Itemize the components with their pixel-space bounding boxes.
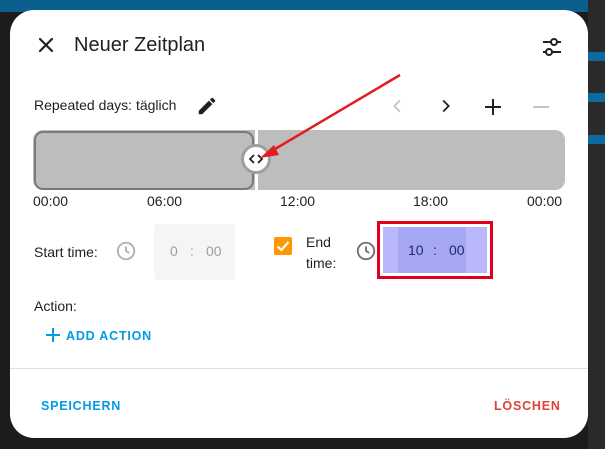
start-hours[interactable]: 0 <box>170 243 178 259</box>
time-separator: : <box>433 242 437 258</box>
timeline-tick: 00:00 <box>527 193 563 209</box>
pencil-icon[interactable] <box>196 95 218 117</box>
arrow-left-right-icon <box>248 154 264 164</box>
end-time-highlight: 10 : 00 <box>377 221 493 279</box>
background-panel <box>588 0 605 449</box>
delete-button[interactable]: LÖSCHEN <box>494 399 561 413</box>
chevron-left-icon <box>393 99 401 113</box>
time-separator: : <box>190 243 194 259</box>
resize-handle[interactable] <box>244 147 268 171</box>
plus-icon <box>46 328 60 342</box>
timeline-tick: 18:00 <box>413 193 449 209</box>
clock-icon <box>356 241 376 261</box>
tune-icon[interactable] <box>540 35 564 59</box>
end-time-checkbox[interactable] <box>274 237 292 255</box>
timeline-tick: 06:00 <box>147 193 183 209</box>
clock-icon <box>116 241 136 261</box>
schedule-dialog: Neuer Zeitplan Repeated days: täglich 00… <box>10 10 588 438</box>
start-minutes[interactable]: 00 <box>206 243 222 259</box>
action-label: Action: <box>34 298 77 314</box>
dialog-title: Neuer Zeitplan <box>74 34 206 56</box>
timeline-track[interactable] <box>33 130 565 190</box>
timeline-slot[interactable] <box>34 131 254 190</box>
end-minutes[interactable]: 00 <box>449 242 465 258</box>
timeline-tick: 12:00 <box>280 193 316 209</box>
end-hours[interactable]: 10 <box>408 242 424 258</box>
minus-icon <box>533 106 549 108</box>
plus-icon[interactable] <box>481 95 505 119</box>
end-time-label: End time: <box>306 234 337 271</box>
chevron-right-icon[interactable] <box>434 95 456 117</box>
check-icon <box>276 241 290 252</box>
divider <box>10 368 588 369</box>
timeline-tick: 00:00 <box>33 193 69 209</box>
start-time-input[interactable]: 0 : 00 <box>154 224 235 280</box>
end-time-input[interactable]: 10 : 00 <box>383 227 487 273</box>
close-icon[interactable] <box>34 33 58 57</box>
save-button[interactable]: SPEICHERN <box>41 399 121 413</box>
repeated-days-label: Repeated days: täglich <box>34 97 177 113</box>
start-time-label: Start time: <box>34 244 98 260</box>
